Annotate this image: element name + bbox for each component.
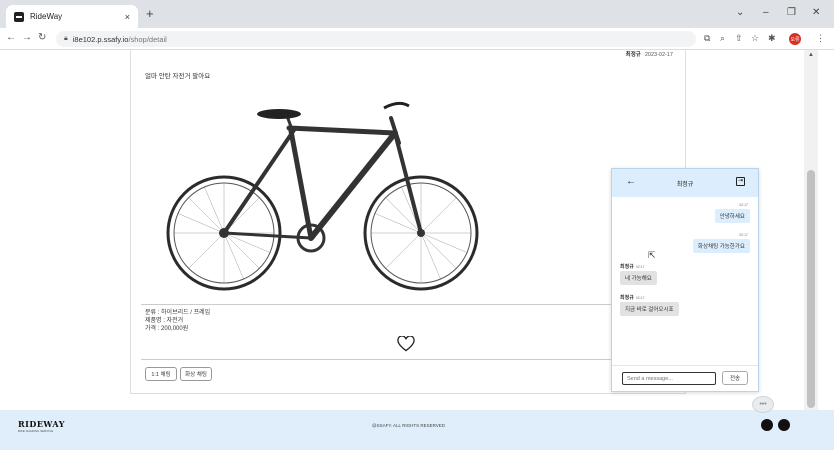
video-chat-button[interactable]: 화상 채팅 [180,367,212,381]
product-name: 제품명 : 자전거 [145,318,184,324]
minimize-icon[interactable]: – [763,7,769,18]
chat-header: ← 최정규 ⇥ [612,169,758,197]
new-tab-button[interactable]: + [146,6,154,21]
chat-toggle-button[interactable]: ••• [752,396,774,413]
button-divider [141,359,677,360]
close-window-icon[interactable]: ✕ [812,7,820,18]
zoom-icon[interactable]: ⌕ [720,33,725,44]
tab-title: RideWay [30,12,63,21]
footer-logo[interactable]: RIDEWAY [18,419,65,429]
chat-messages: 02:17 안녕하세요 02:17 화상채팅 가능한가요 최정규 02:17 네 … [612,197,758,365]
message-time: 02:17 [739,203,748,207]
post-date: 2023-02-17 [644,52,673,58]
browser-tab-bar: RideWay × + ⌄ – ❐ ✕ [0,0,834,28]
lock-icon: 🔒︎ [64,35,68,42]
share-icon[interactable]: ⇧ [735,33,743,44]
message-bubble-sent: 화상채팅 가능한가요 [692,239,750,253]
address-bar: ← → ↻ 🔒︎ i8e102.p.ssafy.io/shop/detail ⧉… [0,28,834,50]
mouse-cursor-icon: ⇱ [648,250,656,260]
product-price: 가격 : 200,000원 [145,326,189,332]
message-time: 02:17 [739,233,748,237]
chat-exit-icon[interactable]: ⇥ [736,177,745,186]
product-category: 분류 : 하이브리드 / 프레임 [145,310,211,316]
chat-input-area: 전송 [612,365,758,391]
browser-menu-icon[interactable]: ⋮ [816,33,825,44]
url-path: /shop/detail [128,34,167,44]
sender-name: 최정규 [620,264,634,270]
message-bubble-sent: 안녕하세요 [714,209,750,223]
tab-search-icon[interactable]: ⌄ [736,7,744,18]
product-info: 분류 : 하이브리드 / 프레임 제품명 : 자전거 가격 : 200,000원 [145,309,210,333]
site-favicon-icon [14,11,24,22]
message-sender: 최정규 02:17 [620,263,645,270]
post-meta: 최정규 2023-02-17 [626,50,673,58]
scroll-thumb[interactable] [807,170,815,408]
forward-icon[interactable]: → [22,32,32,43]
chat-message-input[interactable] [622,372,716,385]
url-field[interactable]: 🔒︎ i8e102.p.ssafy.io/shop/detail [56,31,696,47]
tab-close-icon[interactable]: × [125,12,130,22]
copyright-text: @SSAFY. ALL RIGHTS RESERVED [372,423,446,428]
back-icon[interactable]: ← [6,32,16,43]
scroll-up-icon[interactable]: ▲ [808,52,814,58]
card-right-border [685,50,686,168]
sender-name: 최정규 [620,295,634,301]
heart-icon[interactable] [397,336,415,352]
profile-avatar[interactable]: 오류 [789,33,801,45]
message-bubble-received: 지금 바로 걸어오시죠 [620,302,679,316]
bicycle-image [166,101,479,291]
chat-panel: ← 최정규 ⇥ 02:17 안녕하세요 02:17 화상채팅 가능한가요 최정규… [611,168,759,392]
site-footer: RIDEWAY BIKE SHARING SERVICE @SSAFY. ALL… [0,410,834,450]
github-icon[interactable] [761,419,773,431]
post-author: 최정규 [625,52,641,58]
bookmark-star-icon[interactable]: ☆ [751,33,759,44]
url-host: i8e102.p.ssafy.io [72,34,129,44]
translate-icon[interactable]: ⧉ [704,33,710,44]
message-sender: 최정규 02:17 [620,294,645,301]
browser-tab[interactable]: RideWay × [6,5,138,28]
maximize-icon[interactable]: ❐ [787,7,796,18]
post-description: 얼마 안탄 자전거 팔아요 [145,73,211,80]
message-time: 02:17 [635,265,645,269]
message-bubble-received: 네 가능해요 [620,271,657,285]
page-scrollbar[interactable]: ▲ ▼ [804,50,818,440]
info-divider [141,304,677,305]
one-to-one-chat-button[interactable]: 1:1 채팅 [145,367,177,381]
notion-icon[interactable] [778,419,790,431]
product-card: 최정규 2023-02-17 얼마 안탄 자전거 팔아요 분류: 하이브리드 … [130,50,686,394]
reload-icon[interactable]: ↻ [38,32,46,43]
chat-send-button[interactable]: 전송 [722,371,748,385]
extensions-icon[interactable]: ✱ [768,33,776,44]
message-time: 02:17 [635,296,645,300]
footer-logo-subtitle: BIKE SHARING SERVICE [18,429,54,433]
